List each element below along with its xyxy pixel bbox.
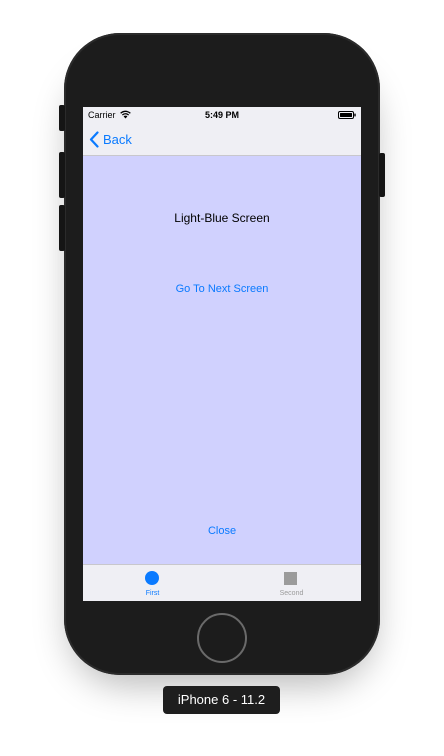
navigation-bar: Back [83,123,361,156]
close-button[interactable]: Close [83,525,361,537]
square-icon [284,572,297,585]
circle-icon [145,571,159,585]
battery-icon [338,111,356,119]
simulator-stage: Carrier 5:49 PM Back Light-Blue Screen G… [0,0,444,756]
tab-second-label: Second [279,590,304,597]
status-bar: Carrier 5:49 PM [83,107,361,123]
volume-down-button[interactable] [59,205,65,251]
mute-switch[interactable] [59,105,65,131]
status-time: 5:49 PM [204,110,239,120]
tab-second[interactable]: Second [222,565,361,601]
back-button-label: Back [103,131,132,147]
back-button[interactable]: Back [89,128,132,150]
tab-first-label: First [145,590,160,597]
power-button[interactable] [379,153,385,197]
volume-up-button[interactable] [59,152,65,198]
content-area: Light-Blue Screen Go To Next Screen Clos… [83,156,361,564]
chevron-left-icon [89,130,99,148]
device-screen: Carrier 5:49 PM Back Light-Blue Screen G… [83,107,361,601]
tab-first[interactable]: First [83,565,222,601]
screen-title: Light-Blue Screen [174,211,270,225]
device-name-label: iPhone 6 - 11.2 [163,686,280,714]
go-to-next-screen-button[interactable]: Go To Next Screen [83,283,361,295]
home-button[interactable] [197,613,247,663]
tab-bar: First Second [83,564,361,601]
